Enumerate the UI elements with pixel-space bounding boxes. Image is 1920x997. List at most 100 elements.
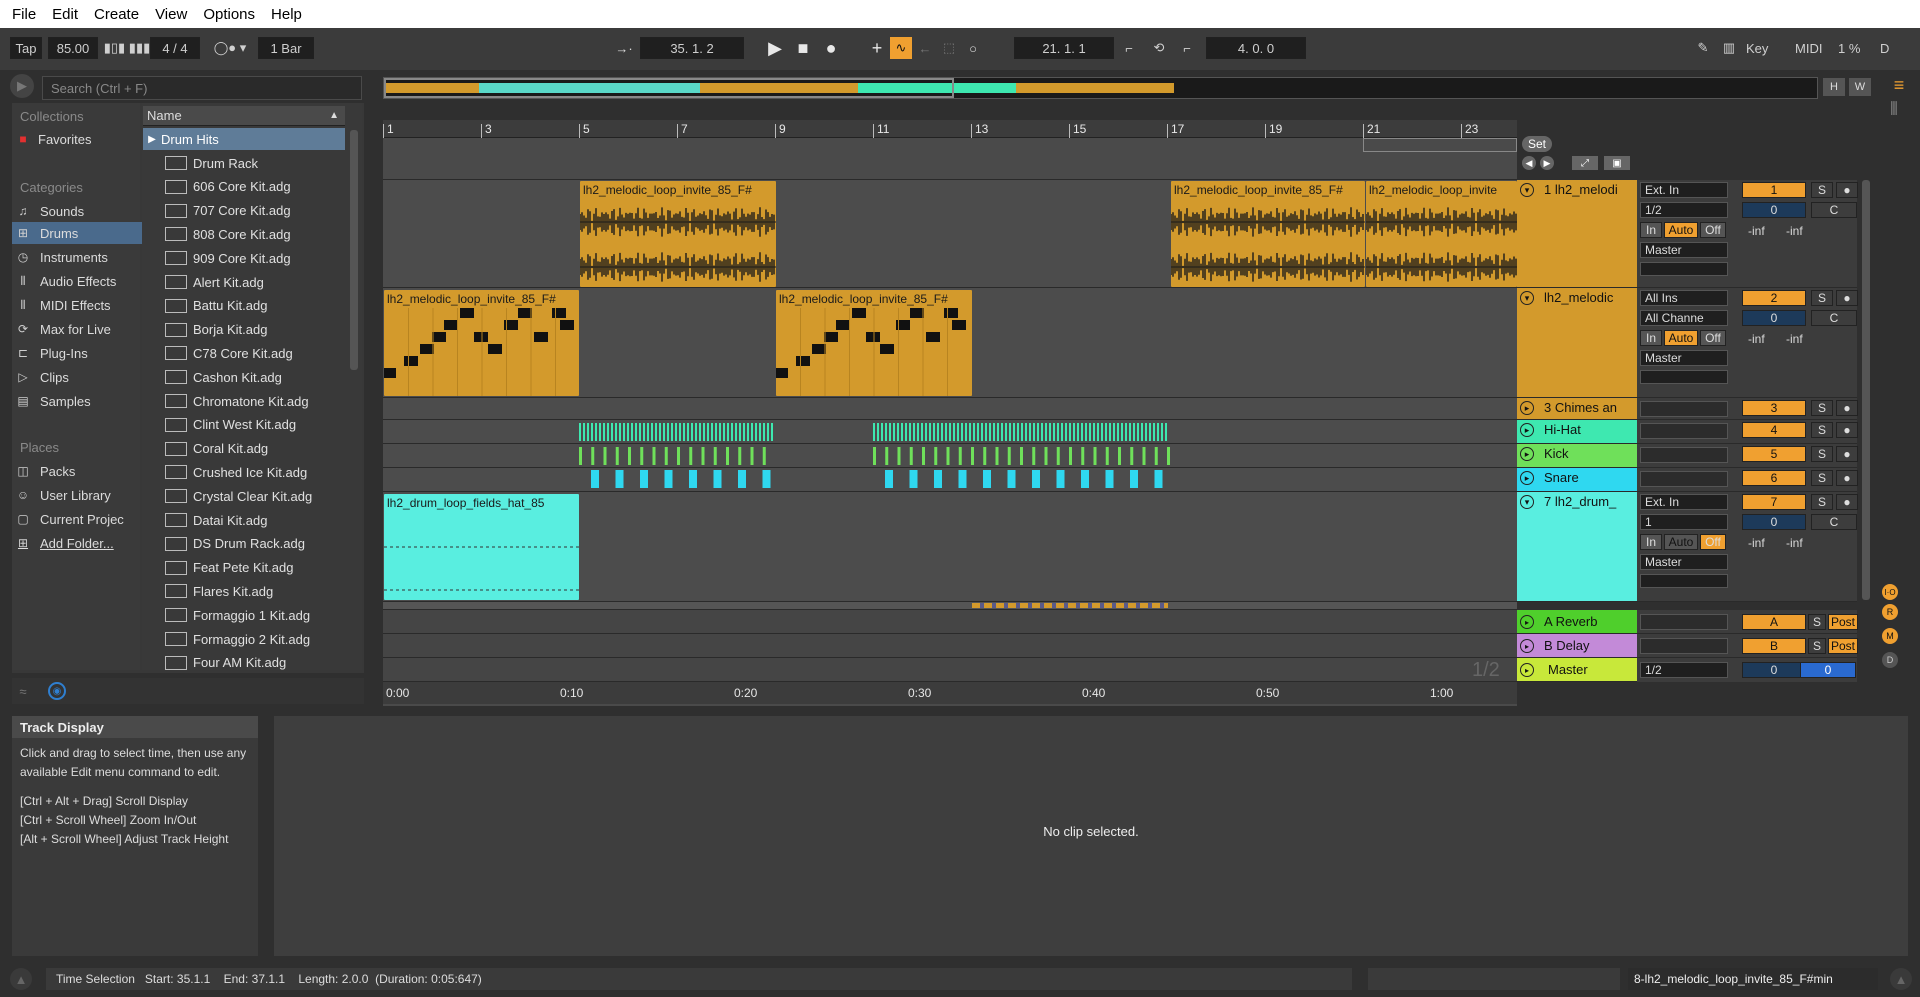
menu-edit[interactable]: Edit (44, 6, 86, 23)
place-packs[interactable]: ◫ Packs (12, 460, 142, 482)
menu-help[interactable]: Help (263, 6, 310, 23)
category-plug-ins[interactable]: ⊏ Plug-Ins (12, 342, 142, 364)
post-button[interactable]: Post (1828, 638, 1858, 654)
track-name[interactable]: Hi-Hat (1544, 422, 1634, 437)
input-type-select[interactable]: All Ins (1640, 290, 1728, 306)
arrangement-overview[interactable] (383, 77, 1818, 99)
arm-button[interactable]: ● (1836, 400, 1858, 416)
solo-button[interactable]: S (1811, 290, 1833, 306)
track-fold-icon[interactable]: ▾ (1520, 291, 1534, 305)
io-slot[interactable] (1640, 423, 1728, 439)
return-track-name[interactable]: B Delay (1544, 638, 1590, 653)
browser-file-item[interactable]: 606 Core Kit.adg (145, 176, 345, 198)
volume-field[interactable]: 0 (1742, 202, 1806, 218)
category-drums[interactable]: ⊞ Drums (12, 222, 142, 244)
io-slot[interactable] (1640, 638, 1728, 654)
solo-button[interactable]: S (1811, 470, 1833, 486)
input-type-select[interactable]: Ext. In (1640, 182, 1728, 198)
arm-button[interactable]: ● (1836, 290, 1858, 306)
add-icon[interactable]: + (866, 37, 888, 59)
browser-file-item[interactable]: Cashon Kit.adg (145, 366, 345, 388)
audio-clip[interactable]: lh2_melodic_loop_invite_85_F# (580, 181, 776, 287)
master-track-name[interactable]: Master (1548, 662, 1588, 677)
browser-file-item[interactable]: Datai Kit.adg (145, 509, 345, 531)
browser-file-item[interactable]: Flares Kit.adg (145, 580, 345, 602)
return-lane-b[interactable] (383, 634, 1517, 658)
solo-button[interactable]: S (1811, 494, 1833, 510)
track-fold-icon[interactable]: ▾ (1520, 183, 1534, 197)
track-fold-icon[interactable]: ▾ (1520, 495, 1534, 509)
output-channel-select[interactable] (1640, 262, 1728, 276)
menu-file[interactable]: File (4, 6, 44, 23)
mixer-toggle-icon[interactable]: M (1882, 628, 1898, 644)
arm-button[interactable]: ● (1836, 446, 1858, 462)
back-to-arrangement-icon[interactable]: ← (914, 37, 936, 59)
loop-length-field[interactable]: 4. 0. 0 (1206, 37, 1306, 59)
audio-clip[interactable]: lh2_melodic_loop_invite (1366, 181, 1517, 287)
position-field[interactable]: 35. 1. 2 (640, 37, 744, 59)
category-clips[interactable]: ▷ Clips (12, 366, 142, 388)
master-volume-field[interactable]: 0 (1742, 662, 1806, 678)
monitor-off-button[interactable]: Off (1700, 534, 1726, 550)
browser-file-item[interactable]: Four AM Kit.adg (145, 652, 345, 674)
menu-lines-icon[interactable]: ≡ (1888, 74, 1910, 96)
category-midi-effects[interactable]: ⫴ MIDI Effects (12, 294, 142, 316)
time-signature[interactable]: 4 / 4 (150, 37, 200, 59)
track-fold-icon[interactable]: ▸ (1520, 423, 1534, 437)
browser-file-item[interactable]: 707 Core Kit.adg (145, 200, 345, 222)
arm-button[interactable]: ● (1836, 422, 1858, 438)
punch-out-icon[interactable]: ⌐ (1176, 37, 1198, 59)
stop-icon[interactable]: ■ (792, 37, 814, 59)
browser-file-item[interactable]: Clint West Kit.adg (145, 414, 345, 436)
track-name[interactable]: 7 lh2_drum_ (1544, 494, 1634, 509)
output-select[interactable]: Master (1640, 350, 1728, 366)
return-track-name[interactable]: A Reverb (1544, 614, 1597, 629)
overview-play-icon[interactable]: ▶ (10, 74, 34, 98)
monitor-in-button[interactable]: In (1640, 330, 1662, 346)
punch-in-icon[interactable]: ⌐ (1118, 37, 1140, 59)
place-user-library[interactable]: ☺ User Library (12, 484, 142, 506)
beat-ruler[interactable]: 1 3 5 7 9 11 13 15 17 19 21 23 (383, 120, 1517, 138)
hot-swap-icon[interactable]: ◉ (48, 682, 66, 700)
track-lane-3[interactable] (383, 398, 1517, 420)
loop-brace[interactable] (1363, 138, 1517, 152)
clip-detail-view[interactable]: No clip selected. (274, 716, 1908, 956)
arm-button[interactable]: ● (1836, 470, 1858, 486)
audio-clip[interactable]: lh2_melodic_loop_invite_85_F# (1171, 181, 1365, 287)
quantize-select[interactable]: 1 Bar (258, 37, 314, 59)
output-select[interactable]: Master (1640, 242, 1728, 258)
track-fold-icon[interactable]: ▸ (1520, 401, 1534, 415)
place-current-project[interactable]: ▢ Current Projec (12, 508, 142, 530)
mixer-scrollbar[interactable] (1862, 180, 1870, 600)
loop-start-field[interactable]: 21. 1. 1 (1014, 37, 1114, 59)
draw-mode-icon[interactable]: ✎ (1692, 37, 1714, 59)
post-button[interactable]: Post (1828, 614, 1858, 630)
browser-file-item[interactable]: Crushed Ice Kit.adg (145, 461, 345, 483)
solo-button[interactable]: S (1808, 614, 1826, 630)
browser-file-item[interactable]: DS Drum Rack.adg (145, 533, 345, 555)
input-channel-select[interactable]: 1 (1640, 514, 1728, 530)
io-toggle-icon[interactable]: I·O (1882, 584, 1898, 600)
solo-button[interactable]: S (1811, 446, 1833, 462)
name-column-header[interactable]: Name ▲ (143, 106, 345, 126)
follow-icon[interactable]: →· (612, 37, 636, 59)
prev-locator-icon[interactable]: ◀ (1522, 156, 1536, 170)
favorites-item[interactable]: ■ Favorites (12, 128, 142, 150)
solo-button[interactable]: S (1811, 400, 1833, 416)
track-activator[interactable]: 6 (1742, 470, 1806, 486)
track-activator[interactable]: 7 (1742, 494, 1806, 510)
drum-clip[interactable]: lh2_drum_loop_fields_hat_85 (384, 494, 579, 600)
pan-field[interactable]: C (1811, 310, 1857, 326)
return-activator[interactable]: B (1742, 638, 1806, 654)
browser-scrollbar[interactable] (350, 130, 358, 370)
track-fold-icon[interactable]: ▸ (1520, 663, 1534, 677)
monitor-off-button[interactable]: Off (1700, 222, 1726, 238)
input-type-select[interactable]: Ext. In (1640, 494, 1728, 510)
volume-field[interactable]: 0 (1742, 514, 1806, 530)
pan-field[interactable]: C (1811, 202, 1857, 218)
input-channel-select[interactable]: 1/2 (1640, 202, 1728, 218)
monitor-auto-button[interactable]: Auto (1664, 330, 1698, 346)
volume-field[interactable]: 0 (1742, 310, 1806, 326)
set-locator-button[interactable]: Set (1522, 136, 1552, 152)
browser-file-item[interactable]: Alert Kit.adg (145, 271, 345, 293)
